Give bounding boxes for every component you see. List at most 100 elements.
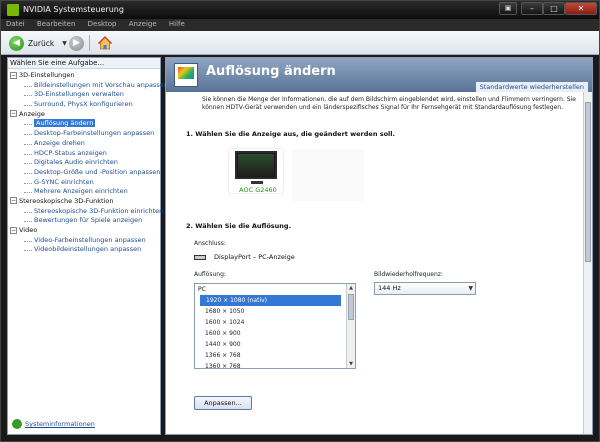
resolution-option[interactable]: 1440 × 900: [195, 339, 355, 350]
minimize-button[interactable]: –: [521, 2, 543, 15]
resolution-page-icon: [174, 63, 198, 87]
sidebar-header: Wählen Sie eine Aufgabe...: [8, 58, 160, 69]
forward-arrow-icon: ▶: [69, 35, 84, 51]
content-scroll-thumb[interactable]: [585, 102, 591, 262]
displayport-icon: [194, 255, 206, 260]
collapse-toggle-icon[interactable]: −: [10, 71, 17, 79]
resolution-option[interactable]: 1366 × 768: [195, 350, 355, 361]
display-empty-area: [292, 149, 364, 201]
toolbar: ◀ Zurück ▼ ▶: [1, 31, 599, 55]
scroll-thumb[interactable]: [348, 294, 354, 320]
resolution-label: Auflösung:: [194, 271, 226, 278]
resolution-option[interactable]: 1680 × 1050: [195, 306, 355, 317]
resolution-option[interactable]: 1600 × 1024: [195, 317, 355, 328]
maximize-button[interactable]: □: [543, 2, 565, 15]
menu-view[interactable]: Anzeige: [124, 19, 162, 29]
sidebar-item[interactable]: 3D-Einstellungen verwalten: [8, 90, 160, 100]
sidebar-item-label: Bewertungen für Spiele anzeigen: [34, 216, 143, 225]
sidebar-item-label: Video: [19, 226, 38, 234]
sidebar-item[interactable]: Videobildeinstellungen anpassen: [8, 245, 160, 255]
sidebar-item[interactable]: G-SYNC einrichten: [8, 178, 160, 188]
sidebar-item-label: Video-Farbeinstellungen anpassen: [34, 235, 146, 244]
sidebar-item[interactable]: Surround, PhysX konfigurieren: [8, 100, 160, 110]
sidebar-item-label: Desktop-Größe und -Position anpassen: [34, 167, 161, 176]
sidebar-item[interactable]: Mehrere Anzeigen einrichten: [8, 187, 160, 197]
sidebar-item-label: Stereoskopische 3D-Funktion: [19, 196, 114, 205]
home-button[interactable]: [97, 35, 113, 51]
menu-file[interactable]: Datei: [1, 19, 30, 29]
task-sidebar: Wählen Sie eine Aufgabe... −3D-Einstellu…: [7, 57, 168, 435]
page-description: Sie können die Menge der Informationen, …: [202, 96, 576, 111]
display-selector[interactable]: AOC G2460: [228, 148, 284, 194]
sidebar-item-label: Auflösung ändern: [34, 119, 96, 128]
resolution-list-scrollbar[interactable]: ▲ ▼: [346, 284, 355, 368]
menu-edit[interactable]: Bearbeiten: [32, 19, 80, 29]
menu-desktop[interactable]: Desktop: [83, 19, 122, 29]
sidebar-category[interactable]: −3D-Einstellungen: [8, 71, 160, 81]
home-icon: [98, 36, 112, 50]
scroll-up-icon[interactable]: ▲: [347, 284, 355, 292]
sidebar-category[interactable]: − Stereoskopische 3D-Funktion: [8, 197, 160, 207]
collapse-toggle-icon[interactable]: −: [10, 110, 17, 118]
page-title: Auflösung ändern: [206, 64, 336, 79]
sidebar-item-label: Stereoskopische 3D-Funktion einrichten: [34, 206, 164, 215]
resolution-list[interactable]: PC 1920 × 1080 (nativ) 1680 × 1050 1600 × 1…: [194, 283, 356, 372]
sidebar-item[interactable]: Auflösung ändern: [8, 119, 160, 129]
scroll-down-icon[interactable]: ▼: [347, 360, 355, 368]
sidebar-item-label: Desktop-Farbeinstellungen anpassen: [34, 129, 155, 138]
sidebar-item-label: 3D-Einstellungen verwalten: [34, 90, 124, 99]
collapse-toggle-icon[interactable]: −: [10, 197, 17, 205]
sidebar-item[interactable]: Video-Farbeinstellungen anpassen: [8, 236, 160, 246]
menu-help[interactable]: Hilfe: [164, 19, 190, 29]
window-extra-button[interactable]: ▣: [499, 2, 517, 15]
sidebar-item-label: Anzeige drehen: [34, 138, 85, 147]
nvidia-app-icon: [7, 4, 19, 16]
close-button[interactable]: ✕: [565, 2, 597, 15]
sidebar-item-label: Digitales Audio einrichten: [34, 158, 118, 167]
step1-heading: 1. Wählen Sie die Anzeige aus, die geänd…: [186, 130, 395, 138]
sidebar-item[interactable]: Desktop-Farbeinstellungen anpassen: [8, 129, 160, 139]
menu-bar: Datei Bearbeiten Desktop Anzeige Hilfe: [1, 19, 599, 31]
step2-heading: 2. Wählen Sie die Auflösung.: [186, 222, 292, 230]
customize-button[interactable]: Anpassen...: [194, 396, 252, 410]
task-tree: −3D-Einstellungen Bildeinstellungen mit V…: [8, 69, 168, 255]
resolution-option[interactable]: 1360 × 768: [195, 361, 355, 372]
forward-button[interactable]: ▶: [69, 35, 84, 51]
resolution-option[interactable]: 1920 × 1080 (nativ): [200, 295, 341, 306]
refresh-rate-value: 144 Hz: [378, 284, 401, 292]
monitor-icon: [235, 151, 277, 179]
title-bar[interactable]: NVIDIA Systemsteuerung ▣ – □ ✕: [1, 1, 599, 19]
sidebar-item[interactable]: Anzeige drehen: [8, 139, 160, 149]
sidebar-item[interactable]: Digitales Audio einrichten: [8, 158, 160, 168]
connection-value: DisplayPort – PC-Anzeige: [214, 253, 295, 261]
sidebar-item[interactable]: Bewertungen für Spiele anzeigen: [8, 216, 160, 226]
display-name: AOC G2460: [239, 186, 277, 194]
content-scrollbar[interactable]: [583, 92, 592, 434]
back-label: Zurück: [28, 38, 55, 48]
system-info-footer: Systeminformationen: [12, 418, 95, 430]
sidebar-item-label: Anzeige: [19, 109, 45, 118]
app-window: NVIDIA Systemsteuerung ▣ – □ ✕ Datei Bea…: [0, 0, 600, 442]
sidebar-item[interactable]: Desktop-Größe und -Position anpassen: [8, 168, 160, 178]
collapse-toggle-icon[interactable]: −: [10, 226, 17, 234]
sidebar-category[interactable]: − Video: [8, 226, 160, 236]
resolution-option[interactable]: 1600 × 900: [195, 328, 355, 339]
sidebar-item[interactable]: HDCP-Status anzeigen: [8, 149, 160, 159]
restore-defaults-link[interactable]: Standardwerte wiederherstellen: [475, 82, 588, 92]
history-dropdown-icon[interactable]: ▼: [62, 40, 67, 47]
sidebar-item-label: 3D-Einstellungen: [19, 71, 75, 79]
refresh-rate-label: Bildwiederholfrequenz:: [374, 271, 443, 278]
sidebar-item-label: Videobildeinstellungen anpassen: [34, 245, 142, 254]
chevron-down-icon: ▼: [468, 285, 473, 292]
sidebar-category[interactable]: − Anzeige: [8, 110, 160, 120]
system-info-link[interactable]: Systeminformationen: [25, 420, 95, 428]
back-button[interactable]: ◀ Zurück ▼: [9, 35, 67, 51]
system-info-icon: [12, 419, 22, 429]
toolbar-separator: [89, 35, 90, 51]
sidebar-item-label: Surround, PhysX konfigurieren: [34, 100, 133, 109]
sidebar-item[interactable]: Stereoskopische 3D-Funktion einrichten: [8, 206, 164, 217]
connection-label: Anschluss:: [194, 240, 226, 247]
sidebar-item[interactable]: Bildeinstellungen mit Vorschau anpassen: [8, 81, 168, 91]
refresh-rate-select[interactable]: 144 Hz ▼: [374, 282, 476, 295]
sidebar-item-label: G-SYNC einrichten: [34, 177, 94, 186]
